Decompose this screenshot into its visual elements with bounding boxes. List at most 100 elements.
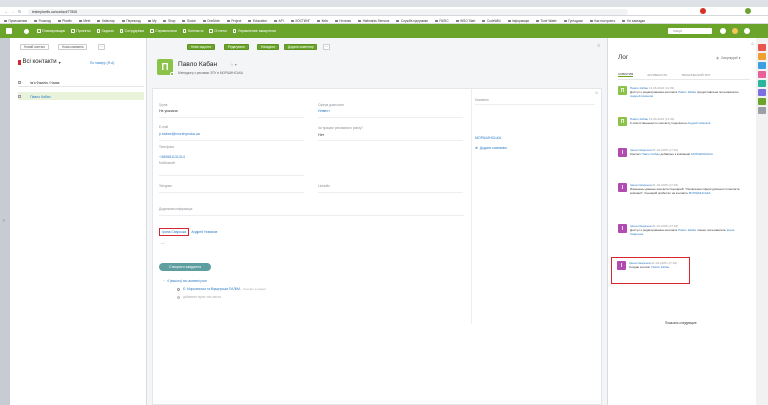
list-title[interactable]: Всі контакти [23, 59, 57, 65]
tab-tech-log[interactable]: ТЕХНИЧЕСКИЙ ЛОГ [681, 73, 710, 77]
new-company-button[interactable]: Нова компанія [58, 44, 88, 50]
planfix-logo[interactable] [6, 28, 12, 34]
notifications-icon[interactable] [720, 28, 726, 34]
nav-item[interactable]: Отчеты [209, 29, 227, 33]
nav-item[interactable]: Контакты [182, 29, 203, 33]
show-more-link[interactable]: Показать следующие [665, 321, 697, 325]
profile-avatar[interactable] [745, 8, 751, 14]
nav-item[interactable]: Сотрудники [119, 29, 144, 33]
email-value[interactable]: p.kaban@morshynska.ua [159, 132, 200, 136]
bookmark-item[interactable]: Інформація [507, 19, 529, 23]
log-link[interactable]: Андрей Новиков [687, 121, 710, 125]
assignee-iryna[interactable]: Ірина Сварська [159, 228, 190, 236]
add-checklist-item[interactable]: добавити пункт чек-листа [183, 295, 221, 299]
list-more-button[interactable]: ··· [98, 44, 105, 50]
forward-icon[interactable]: → [11, 9, 15, 14]
ad-value[interactable]: Нет [318, 133, 324, 137]
star-icon[interactable]: ☆ ▾ [230, 62, 237, 67]
card-settings-icon[interactable]: ⚙ [595, 91, 598, 95]
bookmark-item[interactable]: Служба підтримки [396, 19, 428, 23]
group-value[interactable]: Не указана [159, 109, 178, 113]
log-link-2[interactable]: МОРШИНСЬКА [691, 152, 713, 156]
create-task-button[interactable]: Створити завдання [159, 263, 211, 271]
log-link[interactable]: Павло Кабан [678, 90, 696, 94]
tab-activity[interactable]: АКТИВНОСТЬ [647, 73, 667, 77]
side-app-icon[interactable] [758, 80, 766, 87]
task-title[interactable]: Є: Моршинська та Вірщерська ПАЛМА [183, 287, 240, 291]
side-app-icon[interactable] [758, 44, 766, 51]
url-field[interactable]: teslerplanfix.ua/contact/77808 [28, 8, 628, 15]
edit-button[interactable]: Редагувати [224, 44, 249, 50]
bookmark-item[interactable]: API [274, 19, 284, 23]
bookmark-item[interactable]: Shop [163, 19, 175, 23]
list-item[interactable]: Павло Кабан [18, 92, 144, 100]
log-filter[interactable]: Сворткурсії [721, 56, 738, 60]
bookmark-item[interactable]: My [147, 19, 156, 23]
main-more-button[interactable]: ··· [323, 44, 330, 50]
task-checkbox[interactable] [177, 287, 180, 291]
side-app-icon[interactable] [758, 89, 766, 96]
sort-selector[interactable]: По номеру (Я-А) [90, 61, 114, 65]
bookmark-item[interactable]: Education [248, 19, 267, 23]
side-app-icon[interactable] [758, 71, 766, 78]
expand-arrow-icon[interactable]: › [3, 218, 5, 224]
nav-item[interactable]: Проекты [71, 29, 91, 33]
bookmark-item[interactable]: WSO Start [455, 19, 475, 23]
tab-events[interactable]: СОБЫТИЯ [618, 72, 634, 77]
nav-item[interactable]: Управление аккаунтом [232, 29, 276, 33]
collapse-icon[interactable]: − [163, 279, 165, 283]
user-avatar[interactable] [732, 28, 738, 34]
log-close-icon[interactable]: ⚙ [751, 42, 754, 46]
bookmark-item[interactable]: FASIC [434, 19, 449, 23]
bookmark-item[interactable]: Розклад [34, 19, 51, 23]
back-icon[interactable]: ← [4, 9, 8, 14]
extension-icon[interactable] [700, 8, 706, 14]
assignee-andrey[interactable]: Андрей Новиков [191, 230, 217, 234]
new-contact-button[interactable]: Новий контакт [20, 44, 50, 50]
add-icon[interactable] [24, 28, 29, 34]
contact-name[interactable]: Павло Кабан [178, 61, 217, 68]
side-app-icon[interactable] [758, 62, 766, 69]
new-task-button[interactable]: Нове зад-ння [187, 44, 215, 50]
eye-icon[interactable]: ◉ [716, 56, 719, 60]
log-link-2[interactable]: Андрей Новиков [630, 94, 653, 98]
nav-item[interactable]: Задачи [96, 29, 114, 33]
tasks-header[interactable]: 4 (всього) всі активні ролі [167, 279, 207, 283]
company-link[interactable]: МОРШИНСЬКА [475, 136, 501, 140]
list-item-name[interactable]: Павло Кабан [30, 95, 50, 99]
side-app-icon[interactable] [758, 53, 766, 60]
log-link[interactable]: Павло Кабан [651, 265, 669, 269]
add-company-link[interactable]: Додати компанію [480, 146, 507, 150]
bookmark-item[interactable]: Нотатки [334, 19, 351, 23]
bookmark-item[interactable]: Planfix [57, 19, 72, 23]
bookmark-item[interactable]: OneNote [202, 19, 220, 23]
add-comment-button[interactable]: Додати коментар [284, 44, 318, 50]
remind-button[interactable]: Нагадати [257, 44, 279, 50]
phone-value[interactable]: +380681131314 [159, 155, 185, 159]
bookmark-item[interactable]: Переклад [121, 19, 141, 23]
nav-item[interactable]: Справочники [150, 29, 177, 33]
log-link[interactable]: Павло Кабан [678, 228, 696, 232]
side-app-icon[interactable] [758, 107, 766, 114]
bookmark-item[interactable]: Київстар [97, 19, 115, 23]
reload-icon[interactable]: ↻ [18, 9, 21, 14]
sphere-value[interactable]: Инвест [318, 109, 330, 113]
bookmark-item[interactable]: Гуглодоки [563, 19, 583, 23]
bookmark-item[interactable]: Hallmarks Sensors [358, 19, 389, 23]
bookmark-item[interactable]: Project [226, 19, 241, 23]
bookmark-item[interactable]: Social [182, 19, 196, 23]
add-company-icon[interactable]: ⊕ [475, 146, 478, 150]
row-checkbox[interactable] [18, 95, 21, 98]
bookmark-item[interactable]: ХОСТИНГ [290, 19, 310, 23]
settings-gear-icon[interactable]: ⚙ [597, 43, 601, 48]
bookmark-item[interactable]: Tone Water [536, 19, 557, 23]
left-collapsed-bar[interactable]: › [0, 38, 10, 405]
bookmark-item[interactable]: Усі закладки [622, 19, 645, 23]
log-link-2[interactable]: МОРШИНСЬКА [689, 191, 711, 195]
bookmark-item[interactable]: Meet [78, 19, 90, 23]
bookmark-item[interactable]: Как построить [589, 19, 615, 23]
side-app-icon[interactable] [758, 98, 766, 105]
bookmark-item[interactable]: CodeWiki [482, 19, 501, 23]
select-all-checkbox[interactable] [18, 81, 21, 84]
help-icon[interactable] [744, 28, 750, 34]
